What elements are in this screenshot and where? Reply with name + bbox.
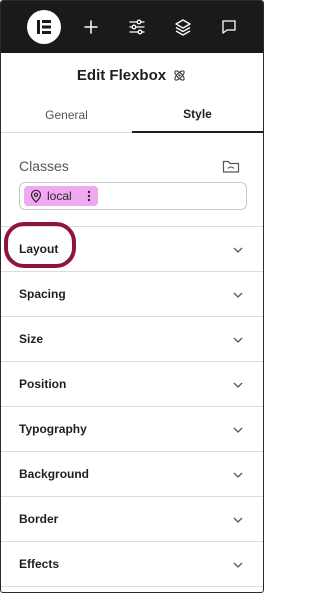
notes-button[interactable] xyxy=(215,13,243,41)
section-position[interactable]: Position xyxy=(1,362,263,407)
chevron-down-icon xyxy=(233,382,243,388)
section-label: Border xyxy=(19,512,59,526)
section-border[interactable]: Border xyxy=(1,497,263,542)
classes-label: Classes xyxy=(19,158,69,174)
top-toolbar xyxy=(1,1,263,53)
class-chip[interactable]: local xyxy=(24,186,98,206)
sliders-icon xyxy=(129,19,145,35)
section-spacing[interactable]: Spacing xyxy=(1,272,263,317)
chevron-down-icon xyxy=(233,517,243,523)
site-settings-button[interactable] xyxy=(123,13,151,41)
chat-icon xyxy=(222,20,236,34)
tab-general[interactable]: General xyxy=(1,97,132,132)
section-label: Layout xyxy=(19,242,59,256)
add-element-button[interactable] xyxy=(77,13,105,41)
chevron-down-icon xyxy=(233,292,243,298)
structure-button[interactable] xyxy=(169,13,197,41)
chevron-down-icon xyxy=(233,562,243,568)
page-title: Edit Flexbox xyxy=(76,66,167,84)
class-selector-input[interactable]: local xyxy=(19,182,247,210)
section-label: Background xyxy=(19,467,90,481)
tab-style[interactable]: Style xyxy=(132,97,263,133)
section-background[interactable]: Background xyxy=(1,452,263,497)
section-size[interactable]: Size xyxy=(1,317,263,362)
section-label: Size xyxy=(19,332,44,346)
section-label: Spacing xyxy=(19,287,66,301)
editor-panel: Edit Flexbox General Style Classes local xyxy=(0,0,264,593)
chevron-down-icon xyxy=(233,472,243,478)
folder-icon[interactable] xyxy=(222,158,240,174)
atom-icon xyxy=(174,69,185,81)
layers-icon xyxy=(175,19,191,36)
more-vertical-icon[interactable] xyxy=(86,189,92,203)
map-pin-icon xyxy=(30,189,42,203)
chevron-down-icon xyxy=(233,337,243,343)
class-chip-label: local xyxy=(47,189,72,203)
section-label: Typography xyxy=(19,422,87,436)
panel-header: Edit Flexbox xyxy=(1,53,263,97)
chevron-down-icon xyxy=(233,247,243,253)
panel-tabs: General Style xyxy=(1,97,263,133)
elementor-logo-icon[interactable] xyxy=(27,10,61,44)
chevron-down-icon xyxy=(233,427,243,433)
section-label: Effects xyxy=(19,557,60,571)
section-label: Position xyxy=(19,377,67,391)
section-typography[interactable]: Typography xyxy=(1,407,263,452)
plus-icon xyxy=(84,20,98,34)
classes-section: Classes local xyxy=(1,133,263,227)
section-effects[interactable]: Effects xyxy=(1,542,263,587)
section-layout[interactable]: Layout xyxy=(1,227,263,272)
